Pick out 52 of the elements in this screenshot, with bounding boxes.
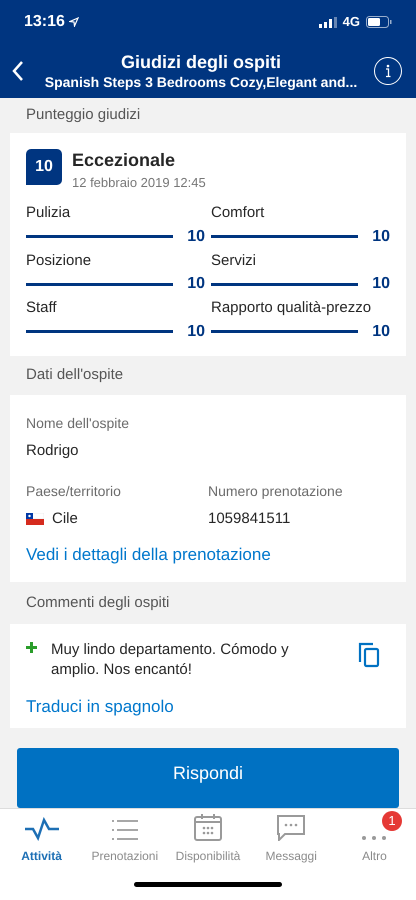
more-icon (361, 835, 388, 841)
category-score: 10 (371, 274, 390, 294)
category-score: 10 (186, 274, 205, 294)
copy-button[interactable] (358, 642, 380, 668)
section-heading: Dati dell'ospite (26, 365, 124, 386)
list-icon (110, 819, 139, 841)
network-type: 4G (342, 13, 360, 32)
category-score: 10 (186, 226, 205, 247)
tab-bar-item[interactable]: Prenotazioni (83, 809, 166, 869)
info-button[interactable] (374, 57, 402, 85)
category-score: 10 (371, 226, 390, 247)
category-score: 10 (186, 322, 205, 342)
signal-icon (318, 16, 337, 28)
category-name: Comfort (211, 203, 266, 224)
tab-bar-item[interactable]: Altro 1 (332, 809, 416, 869)
reply-button[interactable]: Rispondi (17, 748, 399, 808)
plus-icon (26, 642, 37, 653)
guest-name: Rodrigo (26, 441, 80, 462)
section-heading: Punteggio giudizi (26, 105, 140, 126)
calendar-icon (194, 813, 222, 841)
category-name: Servizi (211, 250, 258, 271)
pulse-icon (24, 817, 60, 841)
category-name: Pulizia (26, 203, 72, 224)
category-name: Rapporto qualità-prezzo (211, 298, 372, 318)
score-badge: 10 (26, 148, 62, 185)
guest-country: Cile (52, 508, 78, 529)
field-label: Numero prenotazione (208, 482, 344, 501)
category-name: Posizione (26, 250, 92, 271)
field-label: Nome dell'ospite (26, 414, 130, 434)
score-label: Eccezionale (72, 148, 176, 171)
location-arrow-icon (68, 17, 79, 27)
page-title: Giudizi degli ospiti (121, 51, 281, 73)
field-label: Paese/territorio (26, 482, 122, 501)
booking-number: 1059841511 (208, 508, 292, 529)
tab-bar-item[interactable]: Attività (0, 809, 84, 869)
translate-link[interactable]: Traduci in spagnolo (26, 697, 174, 716)
notification-badge: 1 (382, 811, 402, 831)
battery-icon (366, 16, 392, 28)
category-score: 10 (371, 322, 390, 342)
status-time: 13:16 (24, 12, 65, 32)
guest-comment: Muy lindo departamento. Cómodo y amplio. Nos encantó! (51, 640, 290, 680)
flag-icon (26, 513, 44, 526)
page-subtitle: Spanish Steps 3 Bedrooms Cozy,Elegant and... (44, 73, 358, 91)
category-name: Staff (26, 298, 58, 318)
info-icon (385, 64, 391, 78)
booking-details-link[interactable]: Vedi i dettagli della prenotazione (26, 545, 271, 564)
tab-bar-item[interactable]: Messaggi (250, 809, 333, 869)
back-icon (12, 60, 24, 82)
section-heading: Commenti degli ospiti (26, 592, 170, 613)
chat-icon (277, 815, 306, 841)
tab-bar-item[interactable]: Disponibilità (166, 809, 250, 869)
review-date: 12 febbraio 2019 12:45 (72, 174, 206, 192)
